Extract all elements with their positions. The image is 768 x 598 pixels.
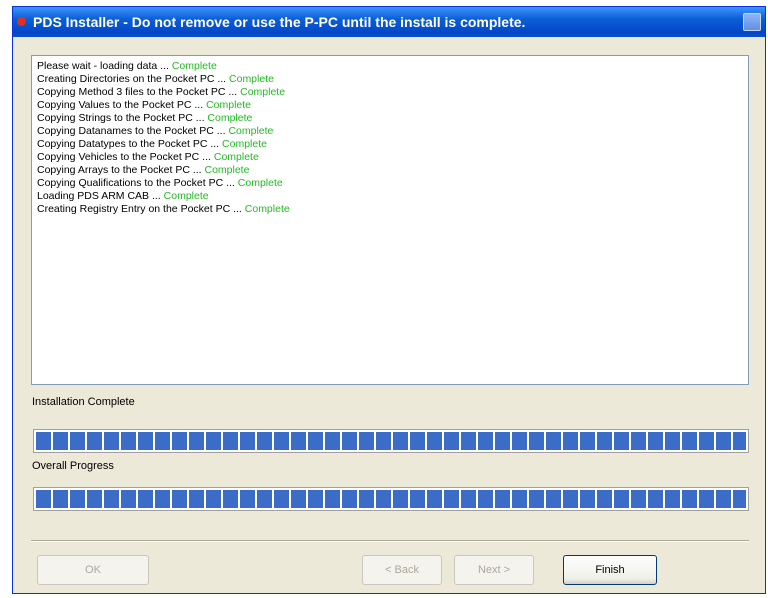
log-line-status: Complete [213, 151, 259, 163]
log-line-status: Complete [206, 99, 252, 111]
log-line-status: Complete [229, 73, 274, 85]
log-line-text: Copying Datanames to the Pocket PC ... [37, 125, 226, 137]
log-line: Copying Arrays to the Pocket PC ... Comp… [37, 164, 743, 177]
log-line: Copying Vehicles to the Pocket PC ... Co… [37, 151, 743, 164]
app-icon [17, 17, 26, 26]
button-divider [31, 540, 749, 542]
window-title: PDS Installer - Do not remove or use the… [33, 14, 526, 30]
close-icon[interactable] [743, 13, 761, 31]
install-progress-bar [33, 429, 749, 453]
log-line: Creating Directories on the Pocket PC ..… [37, 73, 743, 86]
log-line-text: Loading PDS ARM CAB ... [37, 190, 161, 202]
log-line-text: Copying Values to the Pocket PC ... [37, 99, 204, 111]
log-line-text: Copying Arrays to the Pocket PC ... [37, 164, 202, 176]
log-line: Copying Qualifications to the Pocket PC … [37, 177, 743, 190]
installer-window: PDS Installer - Do not remove or use the… [12, 6, 766, 594]
log-line-text: Copying Qualifications to the Pocket PC … [37, 177, 235, 189]
log-line-status: Complete [171, 60, 217, 72]
log-line: Copying Datatypes to the Pocket PC ... C… [37, 138, 743, 151]
log-line-text: Creating Registry Entry on the Pocket PC… [37, 203, 242, 215]
install-progress-fill [36, 432, 746, 450]
log-line: Copying Values to the Pocket PC ... Comp… [37, 99, 743, 112]
log-line: Copying Method 3 files to the Pocket PC … [37, 86, 743, 99]
log-line-text: Copying Method 3 files to the Pocket PC … [37, 86, 238, 98]
install-progress-label: Installation Complete [32, 396, 135, 408]
title-bar[interactable]: PDS Installer - Do not remove or use the… [13, 7, 765, 37]
ok-button[interactable]: OK [37, 555, 149, 585]
finish-button[interactable]: Finish [563, 555, 657, 585]
back-button[interactable]: < Back [362, 555, 442, 585]
log-line-status: Complete [244, 203, 290, 215]
overall-progress-label: Overall Progress [32, 460, 114, 472]
log-line-status: Complete [228, 125, 274, 137]
log-line-text: Creating Directories on the Pocket PC ..… [37, 73, 227, 85]
overall-progress-bar [33, 487, 749, 511]
log-line-status: Complete [207, 112, 253, 124]
overall-progress-fill [36, 490, 746, 508]
install-log[interactable]: Please wait - loading data ... Complete C… [31, 55, 749, 385]
log-line: Please wait - loading data ... Complete [37, 60, 743, 73]
log-line-text: Copying Strings to the Pocket PC ... [37, 112, 205, 124]
log-line-status: Complete [163, 190, 209, 202]
log-line-status: Complete [237, 177, 283, 189]
next-button[interactable]: Next > [454, 555, 534, 585]
log-line: Creating Registry Entry on the Pocket PC… [37, 203, 743, 216]
log-line-text: Copying Datatypes to the Pocket PC ... [37, 138, 220, 150]
log-line: Loading PDS ARM CAB ... Complete [37, 190, 743, 203]
log-line: Copying Datanames to the Pocket PC ... C… [37, 125, 743, 138]
log-line-status: Complete [240, 86, 286, 98]
log-line-status: Complete [222, 138, 267, 150]
log-line: Copying Strings to the Pocket PC ... Com… [37, 112, 743, 125]
log-line-text: Please wait - loading data ... [37, 60, 169, 72]
log-line-status: Complete [204, 164, 250, 176]
log-line-text: Copying Vehicles to the Pocket PC ... [37, 151, 211, 163]
